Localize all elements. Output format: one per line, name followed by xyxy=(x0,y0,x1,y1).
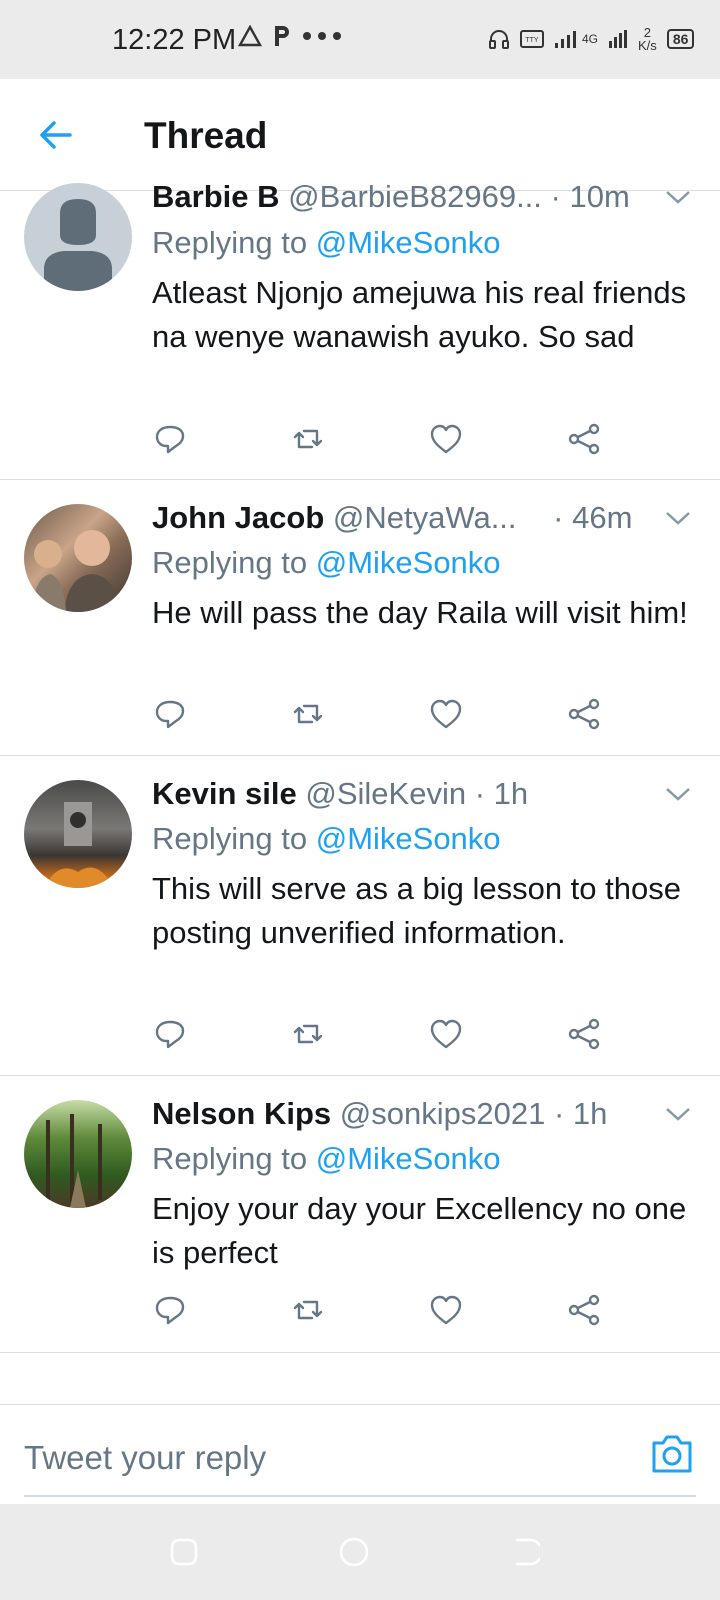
camera-icon[interactable] xyxy=(650,1433,694,1475)
tweet-time: · 1h xyxy=(474,776,529,811)
signal-icon xyxy=(555,31,576,48)
replying-to: Replying to @MikeSonko xyxy=(152,821,501,856)
display-name[interactable]: Nelson Kips xyxy=(152,1096,331,1131)
status-left-icons xyxy=(238,24,342,48)
tweet-actions xyxy=(152,696,622,736)
share-icon[interactable] xyxy=(566,1016,602,1052)
svg-text:TTY: TTY xyxy=(525,37,539,44)
reply-icon[interactable] xyxy=(152,421,188,457)
tweet-header: Kevin sile @SileKevin · 1h xyxy=(152,776,528,812)
avatar[interactable] xyxy=(24,183,132,291)
user-handle[interactable]: @NetyaWa... xyxy=(333,500,517,535)
mention-link[interactable]: @MikeSonko xyxy=(316,821,501,856)
replying-to: Replying to @MikeSonko xyxy=(152,225,501,260)
mention-link[interactable]: @MikeSonko xyxy=(316,545,501,580)
avatar[interactable] xyxy=(24,1100,132,1208)
network-speed: 2 K/s xyxy=(638,25,657,53)
reply-input[interactable]: Tweet your reply xyxy=(24,1423,696,1497)
status-right-icons: TTY 4G 2 K/s 86 xyxy=(488,25,695,53)
retweet-icon[interactable] xyxy=(290,1292,326,1328)
tweet-time: · 10m xyxy=(550,179,630,214)
tweet-reply[interactable]: Nelson Kips @sonkips2021 · 1h Replying t… xyxy=(0,1076,720,1353)
tty-icon: TTY xyxy=(520,30,544,48)
tweet-header: John Jacob @NetyaWa... · 46m xyxy=(152,500,632,536)
recents-icon[interactable] xyxy=(168,1536,200,1568)
chevron-down-icon[interactable] xyxy=(664,1106,692,1122)
user-photo xyxy=(32,530,120,612)
signal-icon-2 xyxy=(609,30,628,48)
tweet-actions xyxy=(152,1292,622,1332)
chevron-down-icon[interactable] xyxy=(664,510,692,526)
chevron-down-icon[interactable] xyxy=(664,786,692,802)
tweet-text: He will pass the day Raila will visit hi… xyxy=(152,595,688,630)
headphones-icon xyxy=(489,30,509,49)
default-avatar-icon xyxy=(44,199,112,291)
replying-to: Replying to @MikeSonko xyxy=(152,1141,501,1176)
user-photo xyxy=(44,802,114,888)
status-bar: 12:22 PM TTY 4G 2 K/s 86 xyxy=(0,0,720,79)
avatar[interactable] xyxy=(24,780,132,888)
tweet-text: Atleast Njonjo amejuwa his real friends … xyxy=(152,275,687,354)
display-name[interactable]: Barbie B xyxy=(152,179,279,214)
tweet-actions xyxy=(152,421,622,461)
network-type: 4G xyxy=(582,32,599,46)
back-icon[interactable] xyxy=(508,1536,540,1568)
user-handle[interactable]: @BarbieB82969... xyxy=(288,179,542,214)
retweet-icon[interactable] xyxy=(290,421,326,457)
p-icon xyxy=(275,26,289,46)
tweet-time: · 1h xyxy=(553,1096,608,1131)
battery-indicator: 86 xyxy=(666,29,695,49)
like-icon[interactable] xyxy=(428,696,464,732)
status-time: 12:22 PM xyxy=(112,24,237,56)
tweet-reply[interactable]: Barbie B @BarbieB82969... · 10m Replying… xyxy=(0,179,720,480)
display-name[interactable]: Kevin sile xyxy=(152,776,297,811)
chevron-down-icon[interactable] xyxy=(664,189,692,205)
reply-icon[interactable] xyxy=(152,1292,188,1328)
tweet-time: · 46m xyxy=(553,500,633,535)
tweet-reply[interactable]: Kevin sile @SileKevin · 1h Replying to @… xyxy=(0,756,720,1076)
replying-to: Replying to @MikeSonko xyxy=(152,545,501,580)
home-icon[interactable] xyxy=(338,1536,370,1568)
mention-link[interactable]: @MikeSonko xyxy=(316,1141,501,1176)
user-photo xyxy=(46,1114,102,1208)
reply-composer: Tweet your reply xyxy=(0,1404,720,1497)
share-icon[interactable] xyxy=(566,421,602,457)
reply-icon[interactable] xyxy=(152,1016,188,1052)
tweet-header: Barbie B @BarbieB82969... · 10m xyxy=(152,179,630,215)
tweet-text: This will serve as a big lesson to those… xyxy=(152,871,681,950)
system-nav-bar xyxy=(0,1504,720,1600)
tweet-header: Nelson Kips @sonkips2021 · 1h xyxy=(152,1096,607,1132)
share-icon[interactable] xyxy=(566,696,602,732)
user-handle[interactable]: @SileKevin xyxy=(305,776,466,811)
more-dots-icon xyxy=(303,32,341,40)
mention-link[interactable]: @MikeSonko xyxy=(316,225,501,260)
page-title: Thread xyxy=(144,115,268,156)
tweet-actions xyxy=(152,1016,622,1056)
retweet-icon[interactable] xyxy=(290,1016,326,1052)
warning-triangle-icon xyxy=(238,25,262,47)
app-bar: Thread xyxy=(0,79,720,191)
display-name[interactable]: John Jacob xyxy=(152,500,324,535)
user-handle[interactable]: @sonkips2021 xyxy=(340,1096,546,1131)
retweet-icon[interactable] xyxy=(290,696,326,732)
share-icon[interactable] xyxy=(566,1292,602,1328)
like-icon[interactable] xyxy=(428,1016,464,1052)
like-icon[interactable] xyxy=(428,421,464,457)
avatar[interactable] xyxy=(24,504,132,612)
tweet-reply[interactable]: John Jacob @NetyaWa... · 46m Replying to… xyxy=(0,480,720,756)
back-arrow-icon[interactable] xyxy=(36,115,76,155)
like-icon[interactable] xyxy=(428,1292,464,1328)
reply-icon[interactable] xyxy=(152,696,188,732)
tweet-text: Enjoy your day your Excellency no one is… xyxy=(152,1191,687,1270)
